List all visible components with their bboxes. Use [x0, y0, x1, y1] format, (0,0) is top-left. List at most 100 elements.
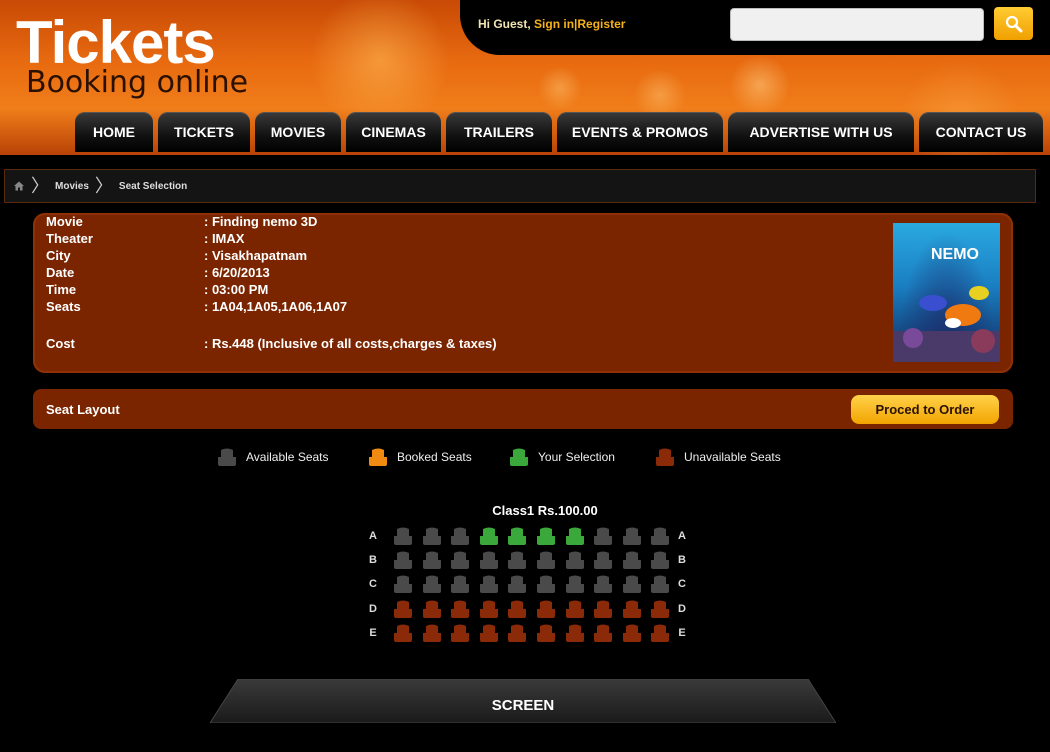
seat-C9-available[interactable]	[621, 575, 643, 594]
seat-C1-available[interactable]	[392, 575, 414, 594]
search-input[interactable]	[730, 8, 984, 41]
seat-D10-unavailable	[651, 600, 669, 618]
seat-D4-unavailable	[480, 600, 498, 618]
greeting-text: Hi Guest,	[478, 17, 531, 31]
detail-label: Cost	[46, 336, 75, 351]
seat-B10-available[interactable]	[649, 551, 671, 570]
seat-D9-unavailable	[623, 600, 641, 618]
seat-E10-unavailable	[651, 624, 669, 642]
seat-C8-available[interactable]	[592, 575, 614, 594]
seat-B7-available[interactable]	[564, 551, 586, 570]
search-icon	[1005, 15, 1022, 32]
seat-B3-available[interactable]	[449, 551, 471, 570]
seat-icon	[369, 448, 387, 466]
seat-B2-available[interactable]	[421, 551, 443, 570]
nav-movies[interactable]: MOVIES	[255, 112, 341, 152]
legend-item-unavailable: Unavailable Seats	[654, 446, 781, 468]
seat-A1-available[interactable]	[392, 527, 414, 546]
seat-A7-selected[interactable]	[564, 527, 586, 546]
seat-C3-available[interactable]	[449, 575, 471, 594]
poster-art: NEMO	[893, 246, 1000, 362]
seat-B5-available[interactable]	[506, 551, 528, 570]
nav-cinemas[interactable]: CINEMAS	[346, 112, 441, 152]
sign-in-link[interactable]: Sign in|	[534, 17, 577, 31]
legend-label: Booked Seats	[397, 450, 472, 464]
nav-tickets[interactable]: TICKETS	[158, 112, 250, 152]
search-button[interactable]	[994, 7, 1033, 40]
seat-E8-unavailable	[594, 624, 612, 642]
greeting: Hi Guest, Sign in|Register	[478, 17, 625, 31]
seat-D6-unavailable	[537, 600, 555, 618]
row-label-left: B	[369, 554, 377, 567]
breadcrumb-seat-selection: Seat Selection	[118, 180, 188, 192]
seat-A3-available[interactable]	[449, 527, 471, 546]
nav-trailers[interactable]: TRAILERS	[446, 112, 552, 152]
detail-value: : Finding nemo 3D	[204, 214, 318, 229]
row-label-left: E	[369, 626, 377, 639]
breadcrumb-separator-icon: 〉	[31, 176, 49, 196]
seat-A10-available[interactable]	[649, 527, 671, 546]
row-label-right: B	[678, 554, 686, 567]
seat-B8-available[interactable]	[592, 551, 614, 570]
row-label-right: E	[678, 626, 686, 639]
legend-label: Unavailable Seats	[684, 450, 781, 464]
detail-value: : 03:00 PM	[204, 282, 269, 297]
screen-label: SCREEN	[491, 697, 555, 714]
seat-A4-selected[interactable]	[478, 527, 500, 546]
seat-D5-unavailable	[508, 600, 526, 618]
seat-B6-available[interactable]	[535, 551, 557, 570]
register-link[interactable]: Register	[577, 17, 625, 31]
seat-D2-unavailable	[423, 600, 441, 618]
detail-value: : IMAX	[204, 231, 245, 246]
seat-C2-available[interactable]	[421, 575, 443, 594]
detail-value: : Rs.448 (Inclusive of all costs,charges…	[204, 336, 497, 351]
breadcrumb: 〉 Movies 〉 Seat Selection	[4, 169, 1036, 203]
seat-A9-available[interactable]	[621, 527, 643, 546]
detail-label: Seats	[46, 299, 81, 314]
nav-advertise[interactable]: ADVERTISE WITH US	[728, 112, 914, 152]
row-label-right: A	[678, 530, 686, 542]
seat-E5-unavailable	[508, 624, 526, 642]
seat-A8-available[interactable]	[592, 527, 614, 546]
seat-icon	[218, 448, 236, 466]
nav-contact[interactable]: CONTACT US	[919, 112, 1043, 152]
detail-label: Movie	[46, 214, 83, 229]
legend-label: Your Selection	[538, 450, 615, 464]
seat-C7-available[interactable]	[564, 575, 586, 594]
seat-C5-available[interactable]	[506, 575, 528, 594]
home-icon[interactable]	[13, 180, 25, 192]
seat-C10-available[interactable]	[649, 575, 671, 594]
seat-E6-unavailable	[537, 624, 555, 642]
breadcrumb-movies[interactable]: Movies	[55, 181, 89, 192]
breadcrumb-separator-icon: 〉	[94, 176, 113, 196]
movie-poster: NEMO	[893, 223, 1000, 362]
detail-label: City	[46, 248, 71, 263]
seat-C4-available[interactable]	[478, 575, 500, 594]
nav-home[interactable]: HOME	[75, 112, 153, 152]
seat-A6-selected[interactable]	[535, 527, 557, 546]
seat-E3-unavailable	[451, 624, 469, 642]
booking-details-panel: Movie : Finding nemo 3D Theater : IMAX C…	[33, 213, 1013, 373]
seat-icon	[510, 448, 528, 466]
seat-D8-unavailable	[594, 600, 612, 618]
seat-class-label: Class1 Rs.100.00	[492, 503, 598, 518]
legend-item-booked: Booked Seats	[367, 446, 472, 468]
seat-E9-unavailable	[623, 624, 641, 642]
seat-A5-selected[interactable]	[506, 527, 528, 546]
seat-B4-available[interactable]	[478, 551, 500, 570]
logo-subtitle: Booking online	[26, 65, 249, 100]
seat-E4-unavailable	[480, 624, 498, 642]
seat-C6-available[interactable]	[535, 575, 557, 594]
legend-label: Available Seats	[246, 450, 329, 464]
seat-D1-unavailable	[394, 600, 412, 618]
seat-icon	[656, 448, 674, 466]
row-label-right: D	[678, 602, 686, 615]
seat-B9-available[interactable]	[621, 551, 643, 570]
detail-value: : 1A04,1A05,1A06,1A07	[204, 299, 348, 314]
seat-A2-available[interactable]	[421, 527, 443, 546]
seat-B1-available[interactable]	[392, 551, 414, 570]
seat-E2-unavailable	[423, 624, 441, 642]
detail-value: : 6/20/2013	[204, 265, 270, 280]
nav-events-promos[interactable]: EVENTS & PROMOS	[557, 112, 723, 152]
proceed-to-order-button[interactable]: Proced to Order	[851, 395, 999, 424]
